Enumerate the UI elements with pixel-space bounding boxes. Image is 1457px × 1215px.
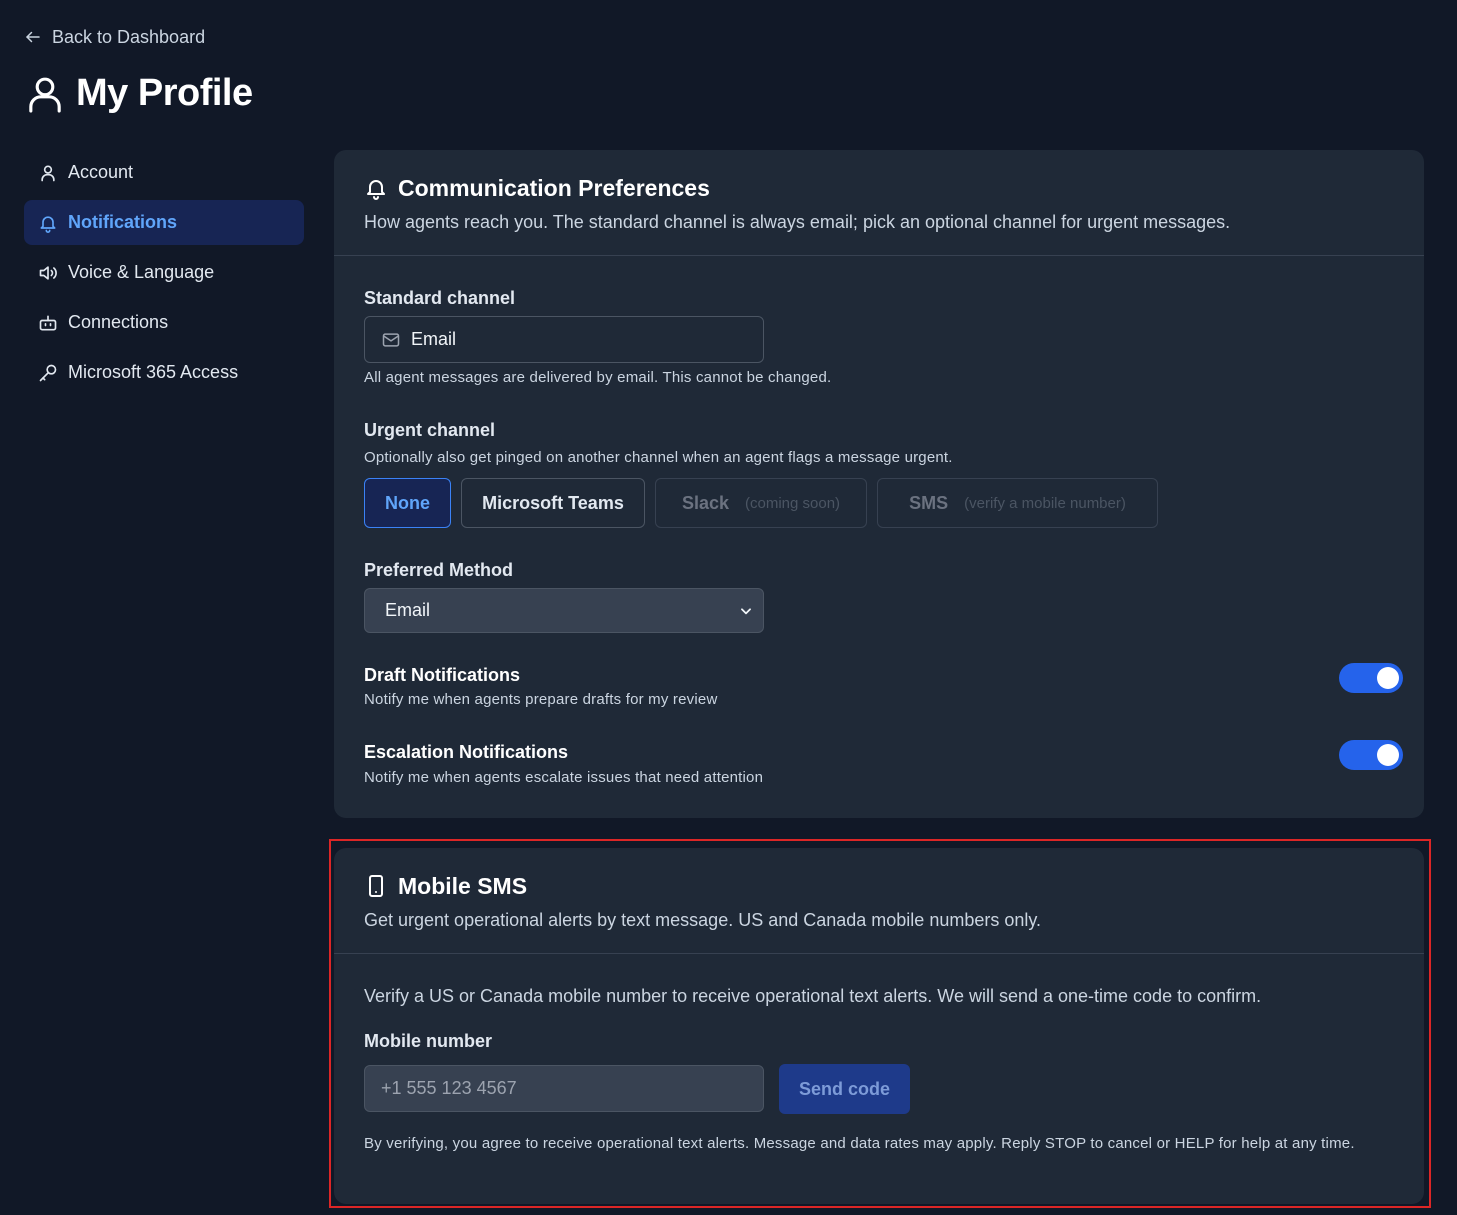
draft-notifications-title: Draft Notifications <box>364 665 521 685</box>
bell-icon <box>367 180 385 200</box>
sidebar-item-label: Notifications <box>68 212 178 232</box>
preferred-method-label: Preferred Method <box>364 560 514 580</box>
mail-icon <box>382 332 400 347</box>
sms-legal-text: By verifying, you agree to receive opera… <box>364 1135 1355 1152</box>
option-label: SMS <box>909 492 949 513</box>
toggle-knob <box>1377 667 1399 689</box>
card-header: Communication Preferences How agents rea… <box>334 150 1424 256</box>
sidebar-item-microsoft-365-access[interactable]: Microsoft 365 Access <box>24 350 304 395</box>
bell-icon <box>40 215 56 233</box>
key-icon <box>39 364 57 381</box>
arrow-left-icon <box>26 31 40 43</box>
urgent-channel-label: Urgent channel <box>364 420 496 440</box>
draft-notifications-toggle[interactable] <box>1339 663 1403 693</box>
urgent-option-sms: SMS (verify a mobile number) <box>877 478 1158 528</box>
standard-channel-value: Email <box>411 329 457 349</box>
card-title: Communication Preferences <box>398 174 710 201</box>
speaker-icon <box>39 265 57 280</box>
mobile-number-label: Mobile number <box>364 1031 493 1051</box>
card-header: Mobile SMS Get urgent operational alerts… <box>334 848 1424 954</box>
sms-intro-text: Verify a US or Canada mobile number to r… <box>364 986 1262 1006</box>
urgent-option-microsoft-teams[interactable]: Microsoft Teams <box>461 478 645 528</box>
standard-channel-field: Email <box>364 316 764 363</box>
mobile-sms-card: Mobile SMS Get urgent operational alerts… <box>334 848 1424 1204</box>
preferred-method-select[interactable]: Email <box>364 588 764 633</box>
sidebar: Account Notifications Voice & Language C… <box>24 150 304 400</box>
sidebar-item-label: Microsoft 365 Access <box>68 362 239 382</box>
draft-notifications-desc: Notify me when agents prepare drafts for… <box>364 691 718 708</box>
card-subtitle: Get urgent operational alerts by text me… <box>364 910 1042 930</box>
urgent-option-none[interactable]: None <box>364 478 451 528</box>
option-label: Slack <box>681 492 729 513</box>
sidebar-item-account[interactable]: Account <box>24 150 304 195</box>
option-note: (verify a mobile number) <box>964 494 1126 512</box>
page-title-text: My Profile <box>76 72 253 114</box>
option-note: (coming soon) <box>745 494 841 512</box>
sidebar-item-connections[interactable]: Connections <box>24 300 304 345</box>
card-title: Mobile SMS <box>398 872 528 899</box>
sidebar-item-voice-language[interactable]: Voice & Language <box>24 250 304 295</box>
communication-preferences-card: Communication Preferences How agents rea… <box>334 150 1424 818</box>
sidebar-item-label: Connections <box>68 312 169 332</box>
preferred-method-value: Email <box>385 600 431 620</box>
smartphone-icon <box>369 875 383 897</box>
back-label: Back to Dashboard <box>52 26 206 47</box>
user-icon <box>29 77 61 113</box>
page-title: My Profile <box>28 72 253 115</box>
escalation-notifications-title: Escalation Notifications <box>364 742 569 762</box>
mobile-number-input[interactable] <box>364 1065 764 1112</box>
back-to-dashboard-link[interactable]: Back to Dashboard <box>24 24 205 50</box>
sidebar-item-label: Account <box>68 162 134 182</box>
escalation-notifications-desc: Notify me when agents escalate issues th… <box>364 769 764 786</box>
option-label: Microsoft Teams <box>482 492 624 513</box>
option-label: None <box>385 492 430 513</box>
chevron-down-icon <box>741 607 751 614</box>
urgent-option-slack: Slack (coming soon) <box>655 478 867 528</box>
sidebar-item-label: Voice & Language <box>68 262 215 282</box>
urgent-channel-help: Optionally also get pinged on another ch… <box>364 449 953 466</box>
escalation-notifications-toggle[interactable] <box>1339 740 1403 770</box>
send-code-button[interactable]: Send code <box>779 1064 910 1114</box>
bot-icon <box>39 315 57 330</box>
sidebar-item-notifications[interactable]: Notifications <box>24 200 304 245</box>
standard-channel-label: Standard channel <box>364 288 516 308</box>
card-subtitle: How agents reach you. The standard chann… <box>364 212 1231 232</box>
standard-channel-help: All agent messages are delivered by emai… <box>364 369 832 386</box>
toggle-knob <box>1377 744 1399 766</box>
user-icon <box>41 165 55 181</box>
